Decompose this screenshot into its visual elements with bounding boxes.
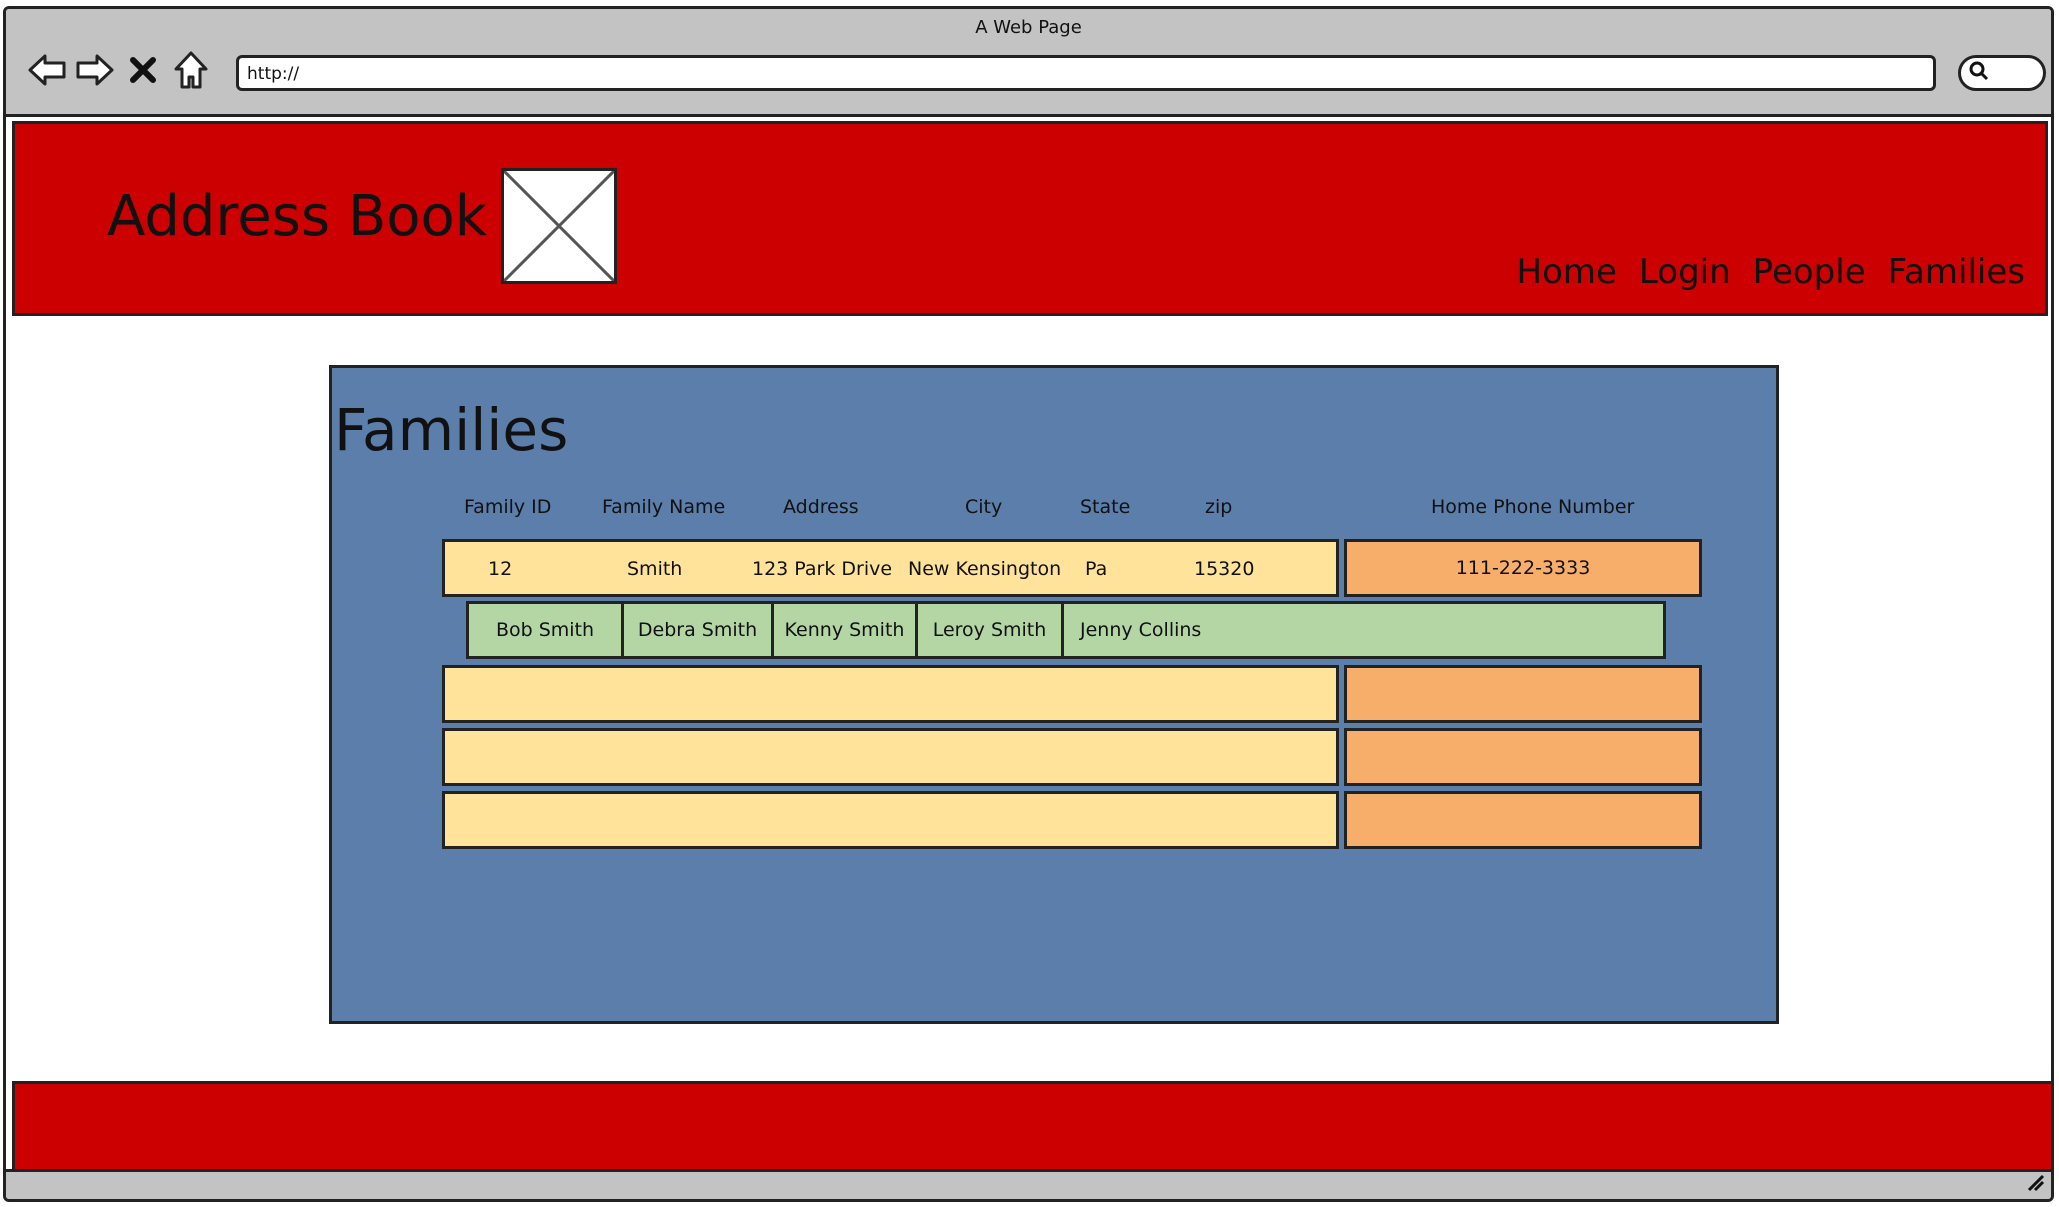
home-phone-cell-empty[interactable] xyxy=(1344,665,1702,723)
family-row[interactable]: 12 Smith 123 Park Drive New Kensington P… xyxy=(442,539,1339,597)
member-chip[interactable]: Debra Smith xyxy=(624,604,774,656)
family-row-empty[interactable] xyxy=(442,665,1339,723)
home-phone-cell[interactable]: 111-222-3333 xyxy=(1344,539,1702,597)
window-title: A Web Page xyxy=(975,17,1082,38)
address-cell: 123 Park Drive xyxy=(752,558,893,580)
home-icon[interactable] xyxy=(170,48,212,92)
column-header-family-name: Family Name xyxy=(602,496,726,518)
stop-icon[interactable] xyxy=(122,48,164,92)
family-members-row: Bob Smith Debra Smith Kenny Smith Leroy … xyxy=(466,601,1666,659)
family-row-empty[interactable] xyxy=(442,728,1339,786)
back-icon[interactable] xyxy=(26,48,68,92)
nav-families[interactable]: Families xyxy=(1888,252,2025,292)
family-name-cell: Smith xyxy=(627,558,683,580)
state-cell: Pa xyxy=(1085,558,1108,580)
zip-cell: 15320 xyxy=(1194,558,1255,580)
column-header-address: Address xyxy=(783,496,859,518)
site-title: Address Book xyxy=(107,184,488,249)
home-phone-cell-empty[interactable] xyxy=(1344,728,1702,786)
family-row-empty[interactable] xyxy=(442,791,1339,849)
browser-status-bar xyxy=(6,1169,2051,1199)
column-header-zip: zip xyxy=(1205,496,1233,518)
nav-people[interactable]: People xyxy=(1753,252,1866,292)
city-cell: New Kensington xyxy=(908,558,1062,580)
family-id-cell: 12 xyxy=(488,558,513,580)
member-chip[interactable]: Kenny Smith xyxy=(774,604,918,656)
nav-home[interactable]: Home xyxy=(1517,252,1617,292)
browser-window: A Web Page http:// Address Book Home Log… xyxy=(3,6,2054,1202)
search-icon xyxy=(1969,61,1989,85)
member-chip[interactable]: Leroy Smith xyxy=(918,604,1064,656)
logo-image-placeholder xyxy=(501,168,617,284)
site-footer xyxy=(12,1081,2051,1173)
member-chip[interactable]: Bob Smith xyxy=(469,604,624,656)
column-header-home-phone: Home Phone Number xyxy=(1431,496,1635,518)
column-header-state: State xyxy=(1080,496,1131,518)
browser-chrome: A Web Page http:// xyxy=(6,9,2051,117)
main-nav: Home Login People Families xyxy=(1517,252,2025,292)
home-phone-cell-empty[interactable] xyxy=(1344,791,1702,849)
column-header-city: City xyxy=(965,496,1003,518)
browser-search-box[interactable] xyxy=(1958,55,2046,91)
browser-nav xyxy=(26,45,212,95)
nav-login[interactable]: Login xyxy=(1639,252,1731,292)
forward-icon[interactable] xyxy=(74,48,116,92)
page-title: Families xyxy=(334,396,569,464)
member-chip[interactable]: Jenny Collins xyxy=(1064,604,1663,656)
families-panel: Families Family ID Family Name Address C… xyxy=(329,365,1779,1024)
column-header-family-id: Family ID xyxy=(464,496,552,518)
url-input[interactable]: http:// xyxy=(236,55,1936,91)
resize-grip-icon[interactable] xyxy=(2025,1172,2045,1197)
site-header: Address Book Home Login People Families xyxy=(12,121,2048,316)
